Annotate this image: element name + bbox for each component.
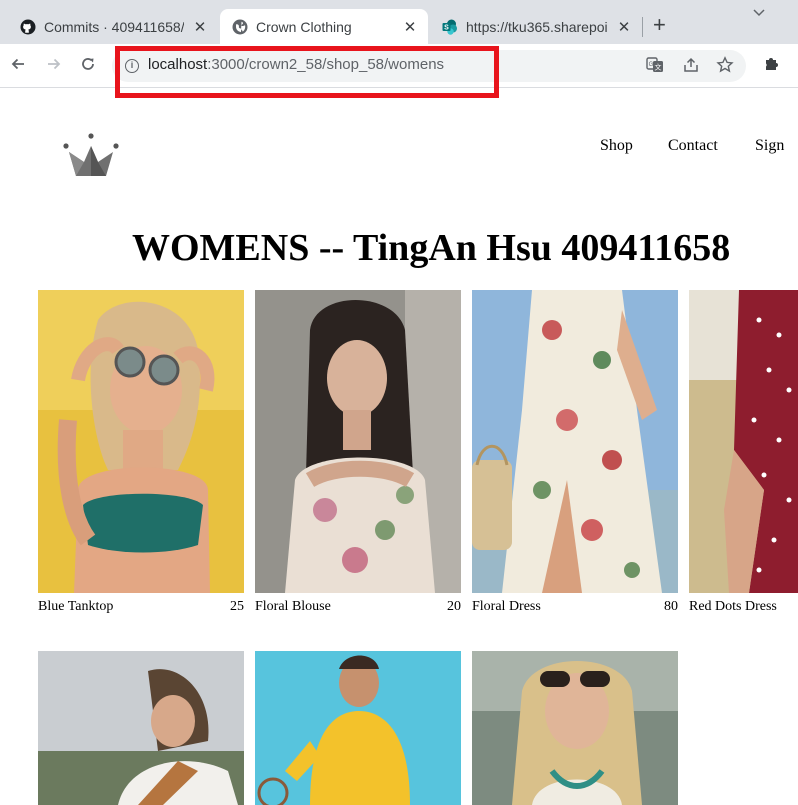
product-card[interactable]: Blue Tanktop 25: [38, 290, 244, 614]
url-host: localhost: [148, 56, 208, 73]
tab-title: https://tku365.sharepoi: [466, 18, 608, 35]
product-image-red-dots-dress[interactable]: [689, 290, 798, 593]
browser-toolbar: i localhost:3000/crown2_58/shop_58/women…: [0, 44, 798, 88]
url-path: :3000/crown2_58/shop_58/womens: [207, 56, 445, 73]
product-image-floral-dress[interactable]: [472, 290, 678, 593]
close-icon[interactable]: ✕: [616, 18, 632, 36]
address-bar[interactable]: i localhost:3000/crown2_58/shop_58/women…: [112, 50, 746, 82]
product-image[interactable]: [472, 651, 678, 805]
tab-title: Crown Clothing: [256, 18, 352, 35]
browser-tab-strip: Commits · 409411658/1 ✕ Crown Clothing ✕…: [0, 0, 798, 44]
url-text[interactable]: localhost:3000/crown2_58/shop_58/womens: [148, 56, 444, 73]
chevron-down-icon[interactable]: [752, 8, 766, 18]
tab-title: Commits · 409411658/1: [44, 18, 184, 35]
product-image[interactable]: [255, 651, 461, 805]
product-image-blue-tanktop[interactable]: [38, 290, 244, 593]
product-card[interactable]: Floral Blouse 20: [255, 290, 461, 614]
tab-sharepoint[interactable]: S https://tku365.sharepoi ✕: [430, 9, 642, 44]
product-card[interactable]: Red Dots Dress: [689, 290, 798, 614]
page-title: WOMENS -- TingAn Hsu 409411658: [132, 227, 731, 269]
github-icon: [20, 19, 36, 34]
product-meta: Red Dots Dress: [689, 599, 798, 617]
forward-arrow-icon[interactable]: [46, 56, 62, 72]
product-meta: Blue Tanktop 25: [38, 599, 244, 617]
close-icon[interactable]: ✕: [192, 18, 208, 36]
info-icon[interactable]: i: [125, 59, 139, 73]
product-name: Red Dots Dress: [689, 599, 777, 614]
product-card[interactable]: Floral Dress 80: [472, 290, 678, 614]
close-icon[interactable]: ✕: [402, 18, 418, 36]
crown-logo-icon[interactable]: [62, 132, 120, 178]
product-price: 20: [447, 599, 461, 614]
product-card[interactable]: [38, 651, 244, 805]
nav-shop-link[interactable]: Shop: [600, 137, 633, 155]
product-card[interactable]: [472, 651, 678, 805]
svg-text:G: G: [649, 62, 654, 68]
star-icon[interactable]: [716, 56, 734, 74]
product-name: Floral Blouse: [255, 599, 331, 614]
tab-commits[interactable]: Commits · 409411658/1 ✕: [8, 9, 218, 44]
share-icon[interactable]: [682, 56, 700, 74]
product-name: Floral Dress: [472, 599, 541, 614]
svg-text:文: 文: [655, 63, 662, 72]
product-price: 25: [230, 599, 244, 614]
nav-contact-link[interactable]: Contact: [668, 137, 718, 155]
sharepoint-icon: S: [442, 19, 457, 35]
product-card[interactable]: [255, 651, 461, 805]
tab-crown-clothing[interactable]: Crown Clothing ✕: [220, 9, 428, 44]
product-image[interactable]: [38, 651, 244, 805]
product-meta: Floral Dress 80: [472, 599, 678, 617]
globe-icon: [232, 19, 248, 34]
back-arrow-icon[interactable]: [10, 56, 26, 72]
translate-icon[interactable]: 文 G: [646, 56, 664, 74]
svg-text:S: S: [444, 24, 449, 31]
nav-sign-in-link[interactable]: Sign: [755, 137, 784, 155]
product-name: Blue Tanktop: [38, 599, 114, 614]
product-meta: Floral Blouse 20: [255, 599, 461, 617]
product-price: 80: [664, 599, 678, 614]
new-tab-button[interactable]: +: [653, 14, 666, 36]
product-image-floral-blouse[interactable]: [255, 290, 461, 593]
extensions-puzzle-icon[interactable]: [762, 55, 780, 73]
tab-separator: [642, 17, 643, 37]
reload-icon[interactable]: [80, 56, 96, 72]
